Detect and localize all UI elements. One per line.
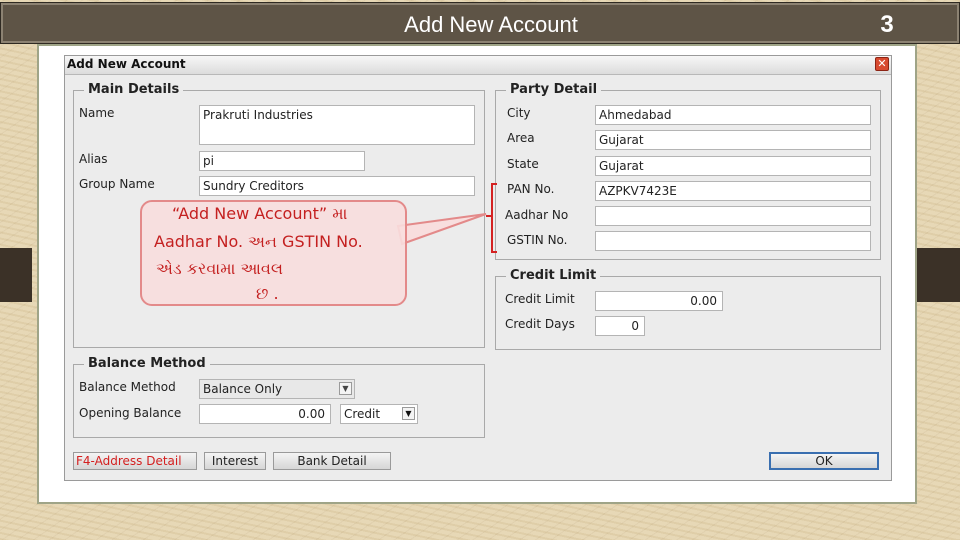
callout-line-2: Aadhar No. અન GSTIN No. [154,232,363,251]
callout-line-1: “Add New Account” મા [172,204,348,223]
callout-pointer-shape [396,213,487,246]
callout-line-4: છ . [256,284,279,303]
callout-line-3: એડ કરવામા આવલ [156,259,283,278]
annotation-callout: “Add New Account” મા Aadhar No. અન GSTIN… [140,200,407,306]
